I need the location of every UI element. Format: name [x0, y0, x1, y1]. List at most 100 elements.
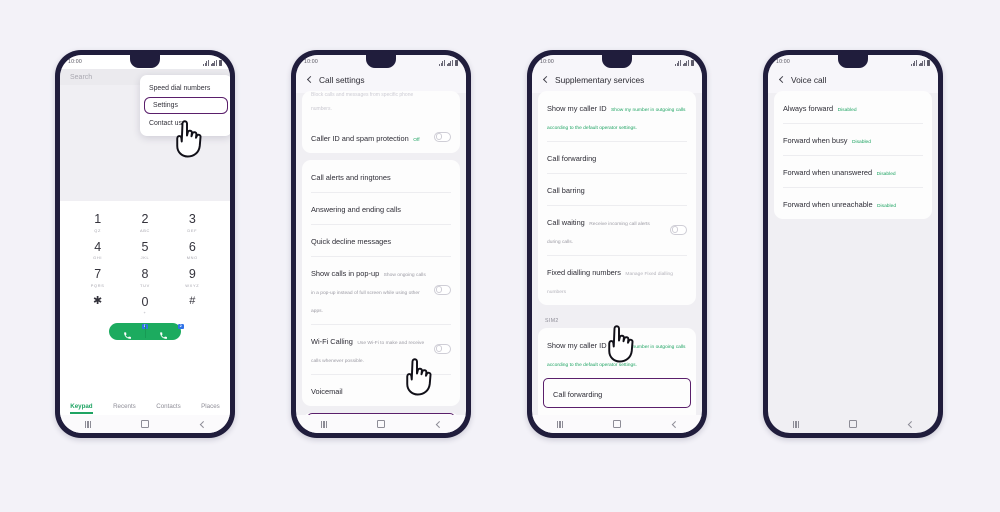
- toggle-call-waiting-sim1[interactable]: [670, 224, 687, 236]
- key-digit: 4: [94, 239, 102, 254]
- toggle-caller-id-spam[interactable]: [434, 131, 451, 143]
- key-letters: DEF: [187, 227, 198, 233]
- toggle-wifi-calling[interactable]: [434, 343, 451, 355]
- key-0[interactable]: 0 +: [121, 294, 168, 315]
- key-7[interactable]: 7 PQRS: [74, 268, 121, 288]
- row-answering-ending[interactable]: Answering and ending calls: [302, 192, 460, 224]
- sim-badge: 2: [178, 324, 184, 330]
- row-caller-id-spam[interactable]: Caller ID and spam protection Off: [302, 121, 460, 153]
- row-always-forward[interactable]: Always forward Disabled: [774, 91, 932, 123]
- signal-2-icon: [918, 60, 926, 66]
- notch: [366, 55, 396, 68]
- row-text: Forward when unanswered Disabled: [783, 162, 923, 180]
- key-5[interactable]: 5 JKL: [121, 240, 168, 260]
- row-show-calls-popup[interactable]: Show calls in pop-up Show ongoing calls …: [302, 256, 460, 324]
- home-nav-icon[interactable]: [140, 419, 150, 429]
- key-1[interactable]: 1 QZ: [74, 213, 121, 233]
- call-button-sim1[interactable]: 1: [109, 323, 148, 340]
- row-subtitle: Disabled: [837, 108, 857, 113]
- row-title: Forward when busy: [783, 136, 848, 145]
- settings-list[interactable]: Block calls and messages from specific p…: [296, 91, 466, 433]
- row-fixed-dialling-sim1[interactable]: Fixed dialling numbers Manage Fixed dial…: [538, 255, 696, 305]
- highlight-call-forwarding-sim2: Call forwarding: [543, 378, 691, 408]
- tutorial-screenshot: 10:00 Search Speed dial numbers Settings: [0, 0, 1000, 512]
- key-8[interactable]: 8 TUV: [121, 267, 168, 288]
- row-text: Always forward Disabled: [783, 98, 923, 116]
- row-forward-when-unreachable[interactable]: Forward when unreachable Disabled: [774, 187, 932, 219]
- back-icon[interactable]: [305, 77, 312, 84]
- services-list[interactable]: Show my caller ID Show my number in outg…: [532, 91, 702, 433]
- row-call-forwarding-sim2[interactable]: Call forwarding: [544, 379, 690, 407]
- key-4[interactable]: 4 GHI: [74, 239, 121, 260]
- services-group-sim1: Show my caller ID Show my number in outg…: [538, 91, 696, 305]
- tab-contacts[interactable]: Contacts: [156, 403, 180, 410]
- home-nav-icon[interactable]: [848, 419, 858, 429]
- recents-nav-icon[interactable]: [792, 420, 800, 428]
- status-icons: [910, 58, 930, 66]
- section-header-sim2: SIM2: [545, 318, 559, 324]
- page-title: Call settings: [319, 75, 365, 85]
- row-text: Show my caller ID Show my number in outg…: [547, 335, 687, 371]
- recents-nav-icon[interactable]: [84, 420, 92, 428]
- row-voicemail[interactable]: Voicemail: [302, 374, 460, 406]
- toggle-show-calls-popup[interactable]: [434, 284, 451, 296]
- key-digit: 8: [141, 267, 149, 281]
- back-icon[interactable]: [777, 77, 784, 84]
- signal-icon: [910, 60, 918, 66]
- back-nav-icon[interactable]: [199, 421, 205, 427]
- row-show-caller-id-sim2[interactable]: Show my caller ID Show my number in outg…: [538, 328, 696, 378]
- phone-handset-icon: [159, 327, 168, 339]
- back-nav-icon[interactable]: [671, 421, 677, 427]
- tab-recents[interactable]: Recents: [113, 403, 136, 410]
- key-3[interactable]: 3 DEF: [169, 213, 216, 233]
- key-letters: GHI: [93, 255, 103, 260]
- row-call-barring-sim1[interactable]: Call barring: [538, 173, 696, 205]
- menu-item-contact-us[interactable]: Contact us: [140, 114, 230, 132]
- row-call-alerts[interactable]: Call alerts and ringtones: [302, 160, 460, 192]
- row-subtitle: Disabled: [851, 140, 871, 145]
- key-star[interactable]: ✱: [74, 294, 121, 315]
- back-icon[interactable]: [541, 77, 548, 84]
- signal-2-icon: [446, 60, 454, 66]
- forwarding-list[interactable]: Always forward Disabled Forward when bus…: [768, 91, 938, 433]
- key-digit: 6: [188, 239, 196, 254]
- row-forward-when-busy[interactable]: Forward when busy Disabled: [774, 123, 932, 155]
- row-subtitle: Disabled: [876, 172, 896, 177]
- menu-item-settings[interactable]: Settings: [144, 97, 228, 114]
- key-hash[interactable]: #: [169, 294, 216, 315]
- home-nav-icon[interactable]: [612, 419, 622, 429]
- call-button-sim2[interactable]: 2: [145, 323, 184, 340]
- key-6[interactable]: 6 MNO: [169, 239, 216, 260]
- row-text: Call forwarding: [553, 384, 681, 402]
- android-nav-bar: [296, 415, 466, 433]
- app-bar: Supplementary services: [532, 69, 702, 93]
- home-nav-icon[interactable]: [376, 419, 386, 429]
- row-wifi-calling[interactable]: Wi-Fi Calling Use Wi-Fi to make and rece…: [302, 324, 460, 374]
- key-2[interactable]: 2 ABC: [121, 213, 168, 233]
- key-digit: #: [189, 294, 196, 307]
- tab-places[interactable]: Places: [201, 403, 220, 410]
- key-9[interactable]: 9 WXYZ: [169, 267, 216, 288]
- phone-2-screen: 10:00 Call settings Block calls and mess…: [296, 55, 466, 433]
- recents-nav-icon[interactable]: [320, 420, 328, 428]
- key-digit: 0: [141, 294, 149, 309]
- signal-2-icon: [682, 60, 690, 66]
- back-nav-icon[interactable]: [435, 421, 441, 427]
- row-quick-decline[interactable]: Quick decline messages: [302, 224, 460, 256]
- notch: [838, 55, 868, 68]
- search-placeholder: Search: [70, 73, 93, 81]
- recents-nav-icon[interactable]: [556, 420, 564, 428]
- signal-icon: [438, 60, 446, 66]
- row-call-forwarding-sim1[interactable]: Call forwarding: [538, 141, 696, 173]
- back-nav-icon[interactable]: [907, 421, 913, 427]
- tab-keypad[interactable]: Keypad: [70, 403, 93, 414]
- key-digit: ✱: [93, 294, 103, 307]
- key-digit: 9: [188, 267, 196, 281]
- menu-label: Contact us: [149, 119, 182, 127]
- row-show-caller-id-sim1[interactable]: Show my caller ID Show my number in outg…: [538, 91, 696, 141]
- dialpad-keys: 1 QZ 2 ABC 3 DEF 4 GHI 5 JKL 6 MNO 7 PQR…: [60, 201, 230, 315]
- row-forward-when-unanswered[interactable]: Forward when unanswered Disabled: [774, 155, 932, 187]
- partial-line-1: Block calls and messages from specific p…: [311, 92, 414, 97]
- row-call-waiting-sim1[interactable]: Call waiting Receive incoming call alert…: [538, 205, 696, 255]
- menu-item-speed-dial[interactable]: Speed dial numbers: [140, 79, 230, 97]
